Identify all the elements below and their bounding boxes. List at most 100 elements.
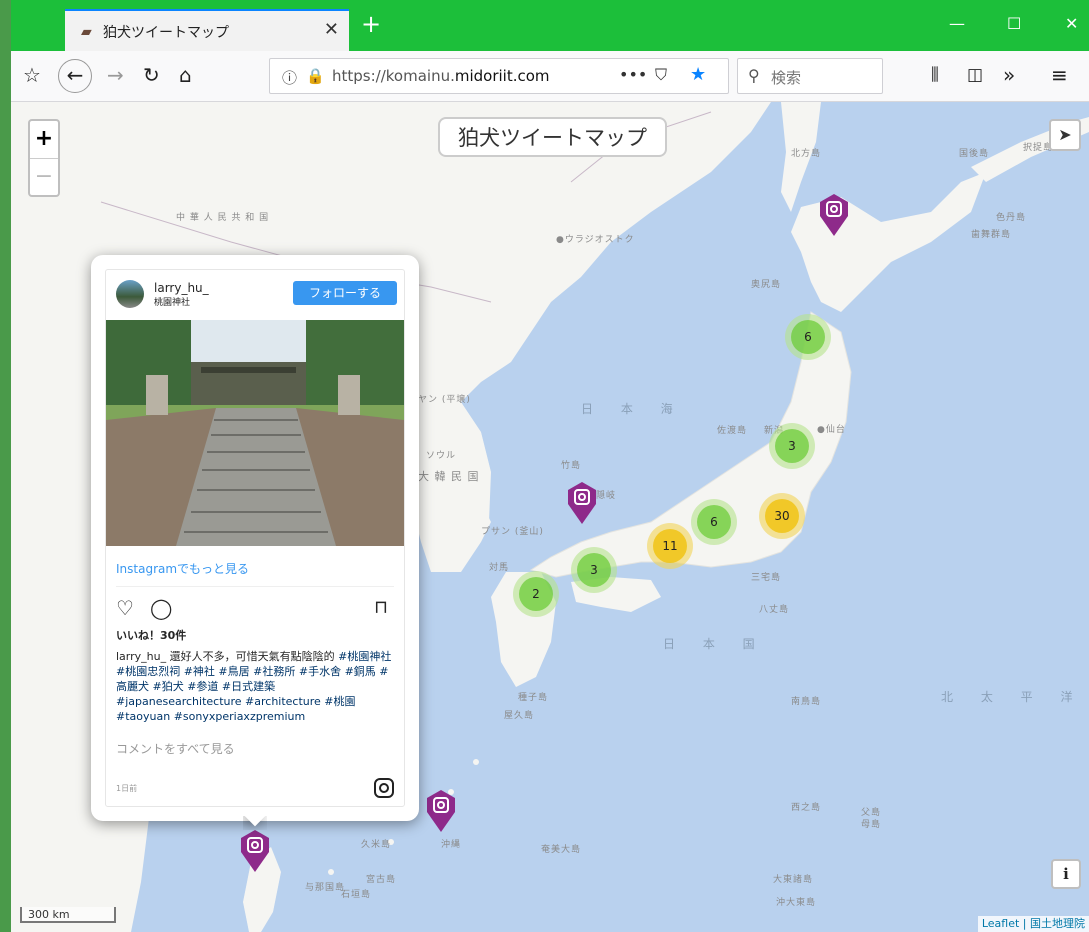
divider: [116, 586, 394, 587]
likes-count: いいね！30件: [116, 629, 187, 642]
instagram-marker-icon[interactable]: [424, 788, 458, 834]
marker-cluster[interactable]: 6: [785, 314, 831, 360]
zoom-in-button[interactable]: +: [30, 121, 58, 158]
map-view[interactable]: 中 華 人 民 共 和 国 ●ウラジオストク 北方島 国後島 択捉島 色丹島 歯…: [11, 102, 1089, 932]
place-label: 与那国島: [305, 883, 346, 893]
instagram-username[interactable]: larry_hu_: [154, 281, 209, 295]
tab-close-icon[interactable]: ✕: [324, 19, 339, 40]
home-button[interactable]: ⌂: [179, 63, 192, 87]
cluster-count: 2: [519, 577, 553, 611]
place-label: 屋久島: [504, 711, 535, 721]
cluster-count: 3: [577, 553, 611, 587]
navigation-toolbar: ☆ ← → ↻ ⌂ ⓘ 🔒 https://komainu.midoriit.c…: [11, 51, 1089, 102]
popup-tip: [243, 816, 267, 830]
cluster-count: 11: [653, 529, 687, 563]
bookmark-menu-icon[interactable]: ☆: [23, 63, 41, 87]
place-label: 国後島: [959, 149, 990, 159]
place-label: ソウル: [426, 451, 457, 461]
map-attribution[interactable]: Leaflet | 国土地理院: [977, 916, 1089, 932]
search-icon: ⚲: [748, 66, 760, 85]
close-window-button[interactable]: ✕: [1065, 14, 1078, 33]
place-label: 大 韓 民 国: [418, 470, 480, 483]
place-label: 母島: [861, 820, 882, 830]
reload-button[interactable]: ↻: [143, 63, 160, 87]
locate-button[interactable]: ➤: [1049, 119, 1081, 151]
place-label: ●仙台: [817, 425, 846, 435]
instagram-marker-icon[interactable]: [817, 192, 851, 238]
url-bar[interactable]: ⓘ 🔒 https://komainu.midoriit.com ••• ⛉ ★: [269, 58, 729, 94]
place-label: プサン (釜山): [481, 527, 544, 537]
place-label: 種子島: [518, 693, 549, 703]
place-label: 北方島: [791, 149, 822, 159]
place-label: 隠岐: [596, 491, 617, 501]
instagram-marker-icon[interactable]: [238, 828, 272, 874]
place-label: 久米島: [361, 840, 392, 850]
search-bar[interactable]: ⚲ 検索: [737, 58, 883, 94]
post-caption: larry_hu_ 還好人不多，可惜天氣有點陰陰的 #桃園神社 #桃園忠烈祠 #…: [116, 649, 398, 724]
hamburger-menu-icon[interactable]: ≡: [1051, 63, 1068, 87]
place-label: 佐渡島: [717, 426, 748, 436]
marker-popup: larry_hu_ 桃園神社 フォローする Instagramでもっと見る ♡ …: [91, 255, 419, 821]
sea-label: 日 本 海: [581, 402, 685, 416]
sea-label: 日 本 国: [663, 637, 767, 651]
marker-cluster[interactable]: 2: [513, 571, 559, 617]
place-label: 三宅島: [751, 573, 782, 583]
map-title: 狛犬ツイートマップ: [438, 117, 667, 157]
place-label: 奄美大島: [541, 845, 582, 855]
heart-icon[interactable]: ♡: [116, 596, 134, 620]
site-info-icon[interactable]: ⓘ: [282, 67, 297, 88]
place-label: 対馬: [489, 563, 510, 573]
info-button[interactable]: i: [1051, 859, 1081, 889]
page-actions-icon[interactable]: •••: [619, 65, 647, 84]
instagram-logo-icon[interactable]: [374, 778, 394, 798]
cluster-count: 3: [775, 429, 809, 463]
place-label: 八丈島: [759, 605, 790, 615]
sea-label: 北 太 平 洋: [941, 690, 1085, 704]
caption-username[interactable]: larry_hu_: [116, 650, 166, 663]
instagram-marker-icon[interactable]: [565, 480, 599, 526]
marker-cluster[interactable]: 6: [691, 499, 737, 545]
browser-tab[interactable]: ▰ 狛犬ツイートマップ ✕: [65, 9, 349, 51]
place-label: ●ウラジオストク: [556, 235, 635, 245]
avatar[interactable]: [116, 280, 144, 308]
marker-cluster[interactable]: 11: [647, 523, 693, 569]
zoom-control: + −: [28, 119, 60, 197]
tab-title: 狛犬ツイートマップ: [103, 25, 229, 41]
library-icon[interactable]: ⫼: [931, 63, 939, 87]
new-tab-button[interactable]: +: [361, 12, 381, 36]
minimize-button[interactable]: —: [949, 14, 965, 33]
place-label: 石垣島: [341, 890, 372, 900]
zoom-out-button[interactable]: −: [30, 158, 58, 196]
bookmark-star-icon[interactable]: ★: [690, 64, 706, 85]
lock-icon: 🔒: [306, 67, 325, 85]
sidebar-icon[interactable]: ◫: [967, 63, 983, 87]
view-all-comments-link[interactable]: コメントをすべて見る: [116, 740, 235, 757]
place-label: 歯舞群島: [971, 230, 1012, 240]
maximize-button[interactable]: ☐: [1007, 14, 1021, 33]
place-label: 大東諸島: [773, 875, 814, 885]
back-button[interactable]: ←: [58, 59, 92, 93]
place-label: 沖縄: [441, 840, 462, 850]
cluster-count: 6: [697, 505, 731, 539]
forward-button[interactable]: →: [107, 63, 124, 87]
follow-button[interactable]: フォローする: [293, 281, 397, 305]
marker-cluster[interactable]: 30: [759, 493, 805, 539]
bookmark-icon[interactable]: ⊓: [374, 597, 388, 618]
comment-icon[interactable]: ◯: [150, 596, 172, 620]
marker-cluster[interactable]: 3: [571, 547, 617, 593]
place-label: ヤン (平壌): [418, 395, 471, 405]
place-label: 宮古島: [366, 875, 397, 885]
pocket-icon[interactable]: ⛉: [655, 65, 667, 85]
overflow-menu-icon[interactable]: »: [1003, 63, 1015, 87]
view-more-link[interactable]: Instagramでもっと見る: [116, 560, 249, 577]
cluster-count: 30: [765, 499, 799, 533]
place-label: 南鳥島: [791, 697, 822, 707]
instagram-photo[interactable]: [106, 320, 404, 546]
instagram-location[interactable]: 桃園神社: [154, 295, 190, 308]
place-label: 中 華 人 民 共 和 国: [176, 213, 270, 223]
caption-text: 還好人不多，可惜天氣有點陰陰的: [166, 650, 339, 663]
title-bar: ▰ 狛犬ツイートマップ ✕ + — ☐ ✕: [11, 0, 1089, 51]
marker-cluster[interactable]: 3: [769, 423, 815, 469]
url-text: https://komainu.midoriit.com: [332, 67, 550, 85]
place-label: 奥尻島: [751, 280, 782, 290]
